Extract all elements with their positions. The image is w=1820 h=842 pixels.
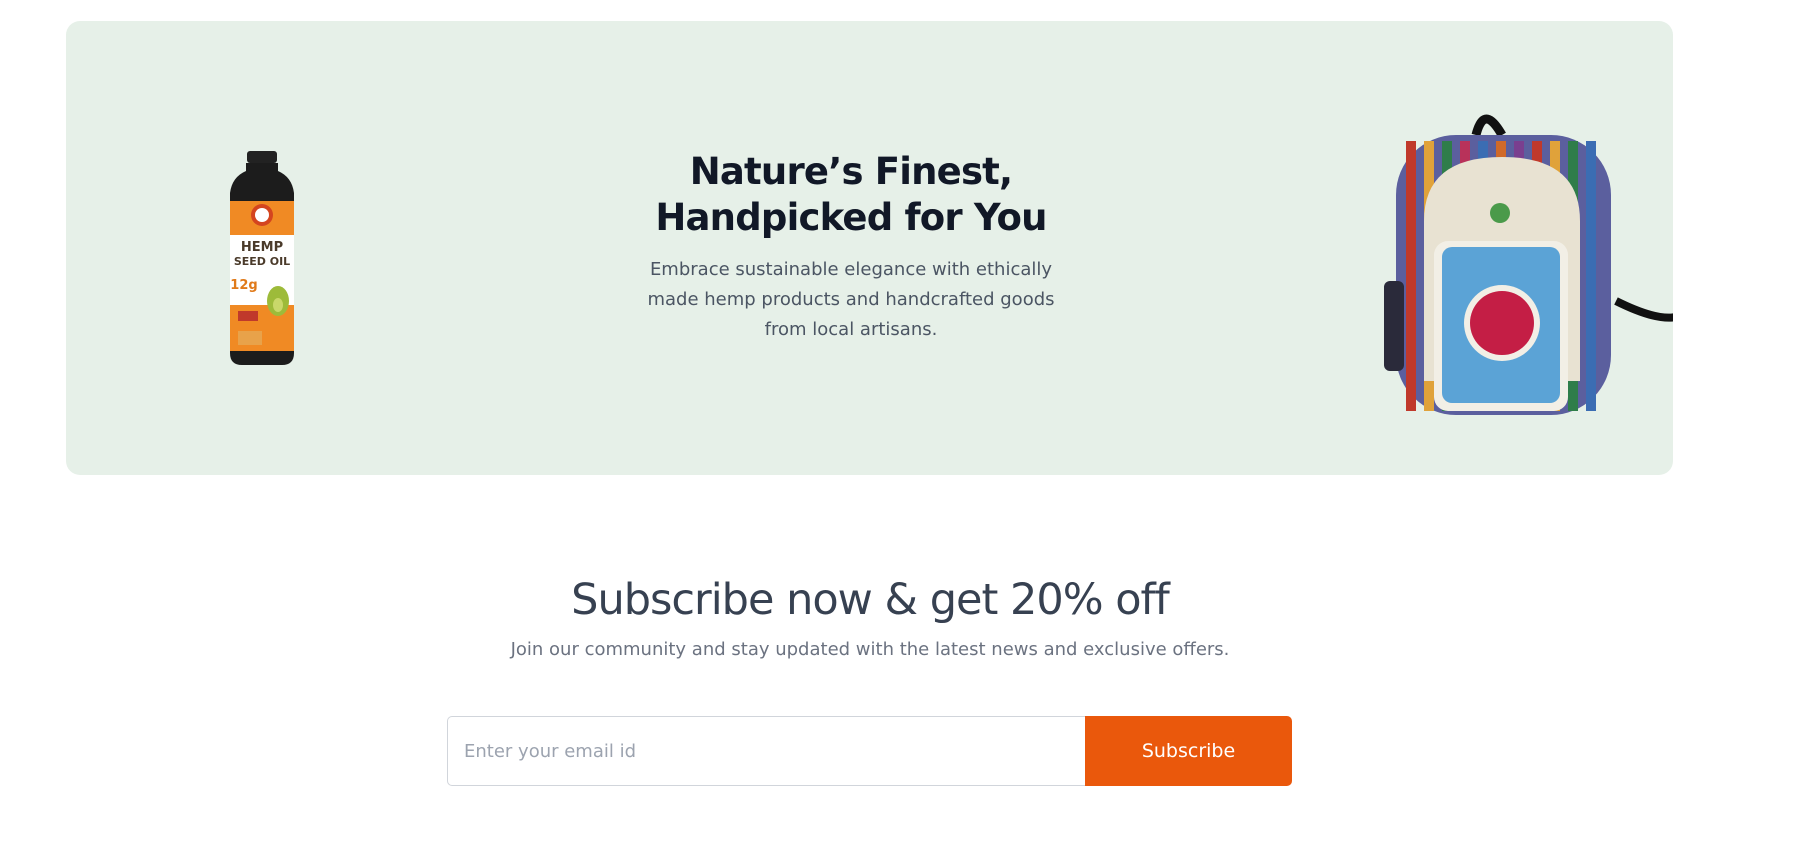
- subscribe-title: Subscribe now & get 20% off: [571, 575, 1170, 625]
- email-input[interactable]: [447, 716, 1085, 786]
- hemp-seed-oil-bottle-image: HEMP SEED OIL 12g: [230, 151, 294, 365]
- promo-banner: HEMP SEED OIL 12g Nature’s Finest, Handp…: [66, 21, 1673, 475]
- subscribe-button[interactable]: Subscribe: [1085, 716, 1292, 786]
- banner-title: Nature’s Finest, Handpicked for You: [655, 150, 1047, 239]
- banner-text-block: Nature’s Finest, Handpicked for You Embr…: [586, 149, 1116, 345]
- bottle-label-value: 12g: [230, 278, 257, 293]
- subscribe-form: Subscribe: [447, 716, 1292, 786]
- subscribe-description: Join our community and stay updated with…: [510, 639, 1230, 660]
- bottle-label-name: SEED OIL: [234, 255, 290, 268]
- banner-subtitle: Embrace sustainable elegance with ethica…: [647, 259, 1055, 340]
- bottle-label-brand: HEMP: [241, 240, 283, 255]
- page: HEMP SEED OIL 12g Nature’s Finest, Handp…: [0, 0, 1820, 842]
- hemp-backpack-image: [1384, 114, 1673, 415]
